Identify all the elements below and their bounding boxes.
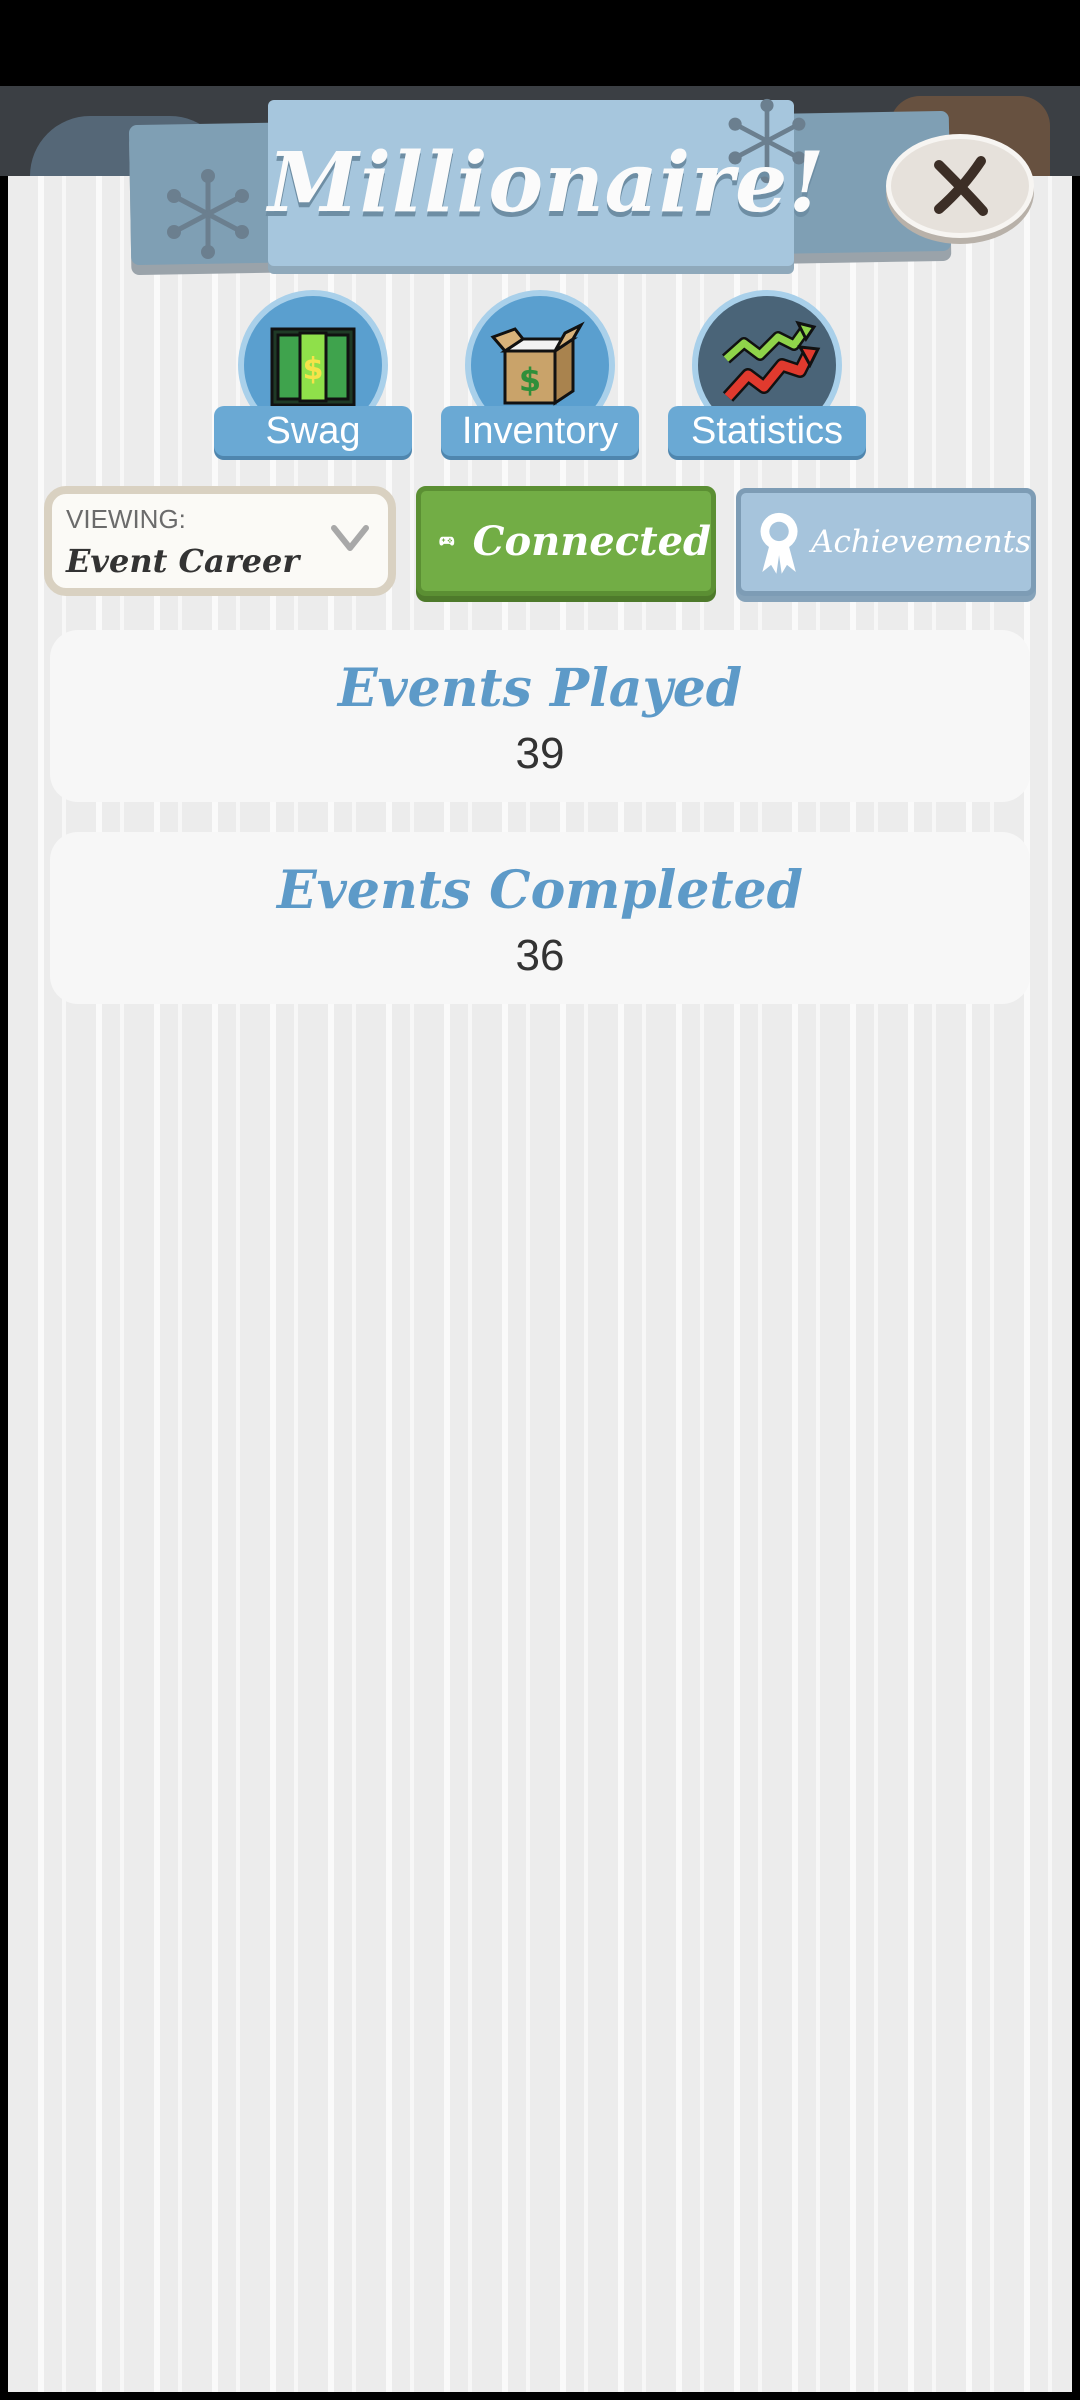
stat-value: 39 (515, 729, 565, 778)
svg-text:$: $ (303, 352, 324, 387)
connected-button[interactable]: Connected (416, 486, 716, 596)
chevron-down-icon (331, 525, 369, 551)
gamepad-icon (439, 536, 455, 546)
connected-label: Connected (472, 517, 711, 565)
nav-statistics[interactable]: Statistics (668, 290, 866, 456)
achievements-button[interactable]: Achievements (736, 488, 1036, 596)
svg-text:$: $ (519, 361, 541, 399)
viewing-caption: VIEWING: (66, 504, 186, 534)
viewing-value: Event Career (66, 542, 300, 580)
nav-swag-label: Swag (214, 406, 412, 456)
money-box-icon: $ (490, 321, 585, 406)
stat-label: Events Played (337, 658, 743, 719)
stat-card-events-played: Events Played 39 (50, 630, 1030, 802)
sparkle-icon (167, 169, 249, 259)
nav-inventory-label: Inventory (441, 406, 639, 456)
ribbon-icon (760, 512, 798, 574)
nav-swag[interactable]: $ Swag (214, 290, 412, 456)
nav-statistics-label: Statistics (668, 406, 866, 456)
stat-card-events-completed: Events Completed 36 (50, 832, 1030, 1004)
close-button[interactable] (886, 134, 1034, 238)
cash-door-icon: $ (270, 327, 356, 407)
nav-inventory[interactable]: $ Inventory (441, 290, 639, 456)
stat-label: Events Completed (277, 860, 803, 921)
stat-value: 36 (515, 931, 565, 980)
close-icon (934, 156, 988, 216)
status-bar (0, 0, 1080, 86)
page-title: Millionaire! (268, 135, 826, 231)
viewing-dropdown[interactable]: VIEWING: Event Career (44, 486, 396, 596)
achievements-label: Achievements (811, 524, 1031, 560)
trend-arrows-icon (722, 320, 821, 402)
